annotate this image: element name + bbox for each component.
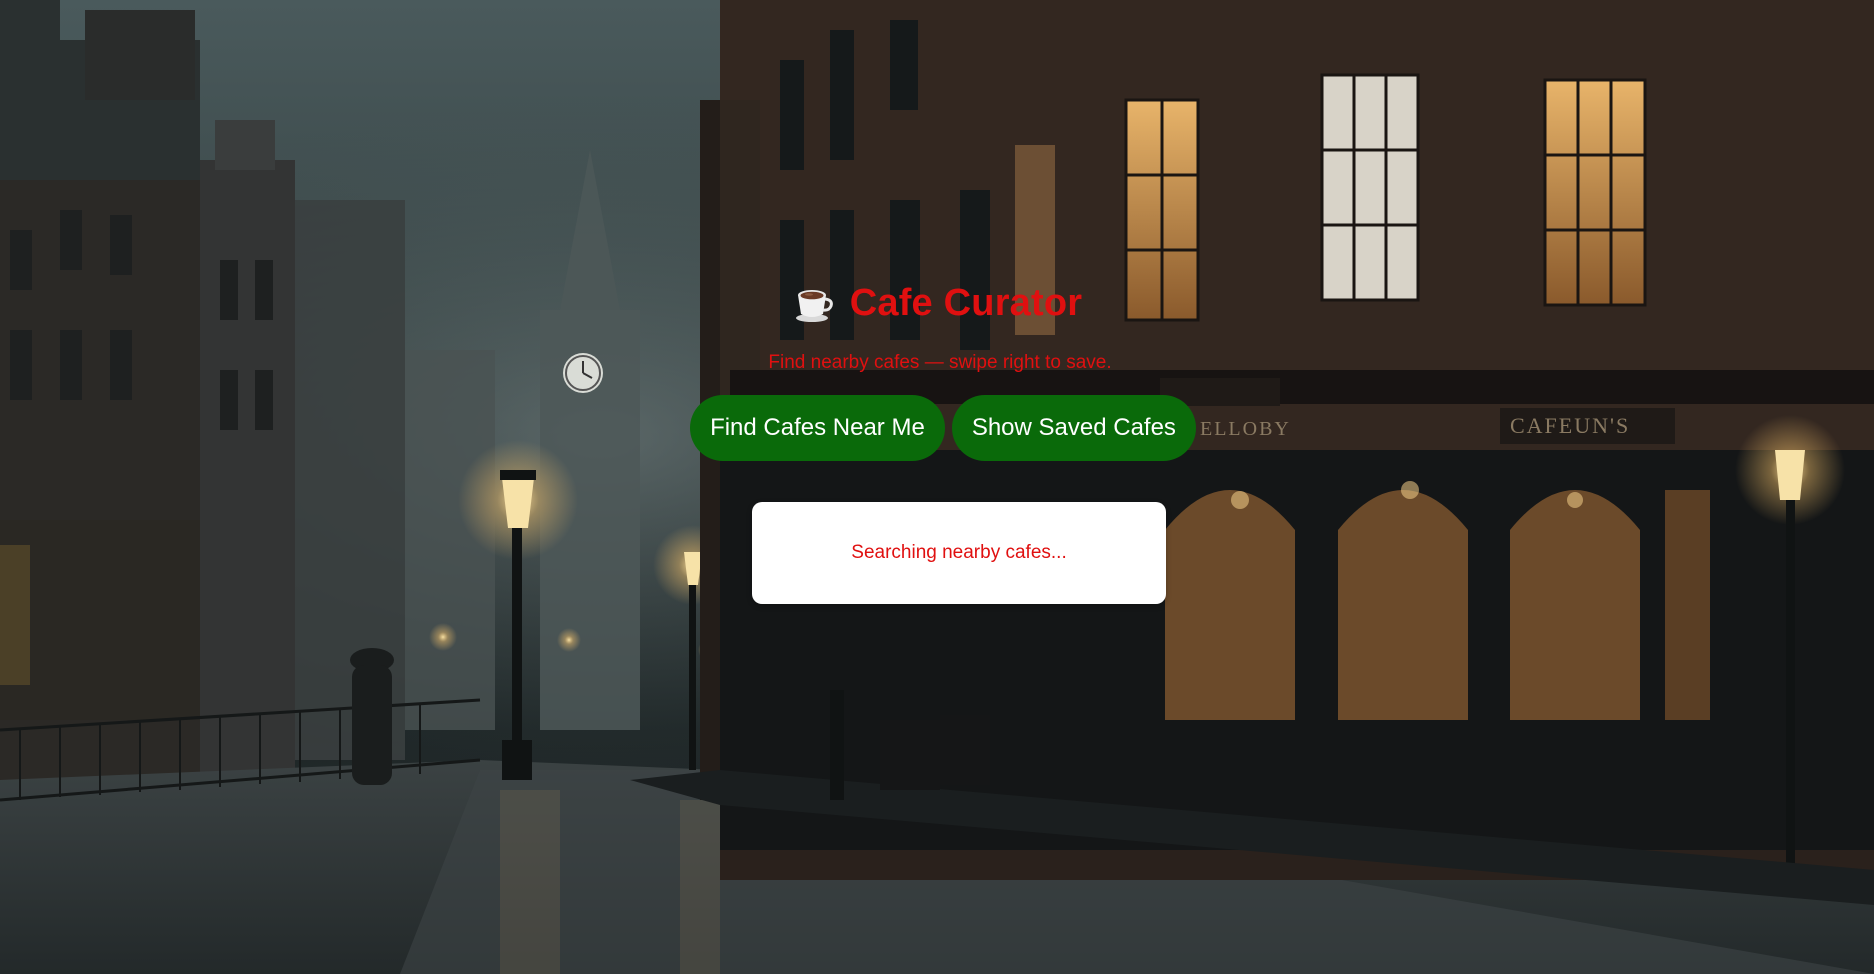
app-root: Cafe Curator Find nearby cafes — swipe r… xyxy=(0,0,1874,974)
status-message: Searching nearby cafes... xyxy=(851,542,1067,563)
status-card: Searching nearby cafes... xyxy=(752,502,1166,604)
header: Cafe Curator xyxy=(0,275,1874,331)
find-cafes-button[interactable]: Find Cafes Near Me xyxy=(690,395,945,461)
action-buttons: Find Cafes Near Me Show Saved Cafes xyxy=(0,395,1874,461)
show-saved-cafes-button[interactable]: Show Saved Cafes xyxy=(951,395,1196,461)
page-title: Cafe Curator xyxy=(849,281,1083,324)
coffee-cup-icon xyxy=(792,281,836,325)
page-subtitle: Find nearby cafes — swipe right to save. xyxy=(768,352,1112,373)
